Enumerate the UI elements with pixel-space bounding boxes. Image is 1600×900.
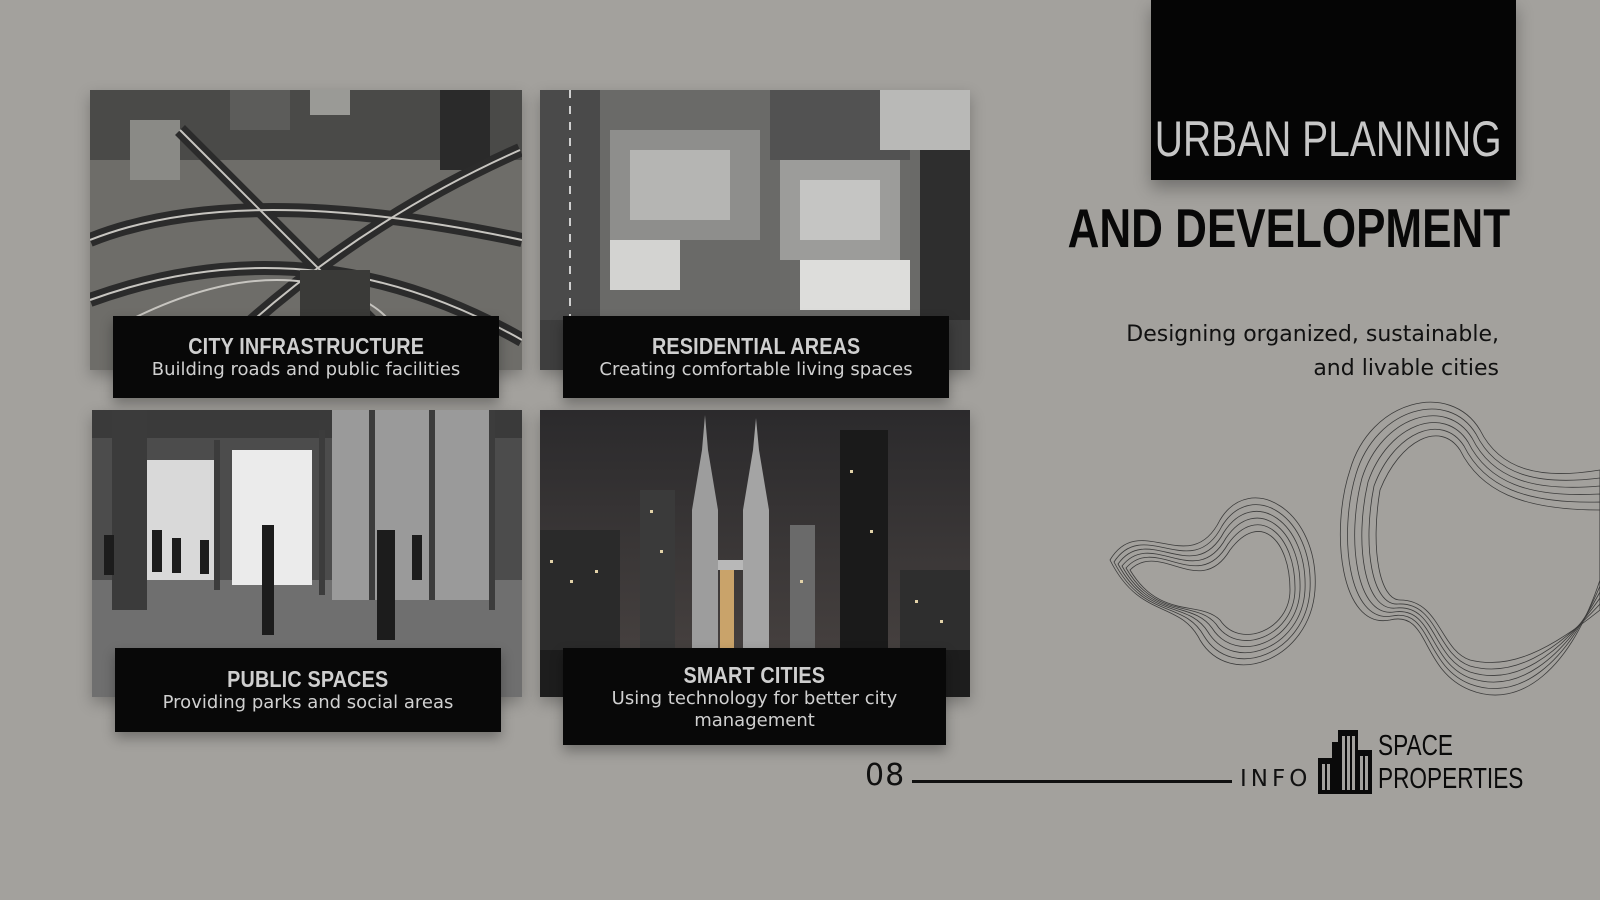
logo-line2: PROPERTIES [1378,763,1524,795]
title-box: URBAN PLANNING [1151,0,1516,180]
card-text: Using technology for better city managem… [611,688,898,731]
buildings-icon [1318,730,1372,794]
card-title: PUBLIC SPACES [227,665,389,692]
logo-line1: SPACE [1378,730,1454,762]
subtitle-line1: Designing organized, sustainable, [1126,322,1499,347]
card-residential-areas: RESIDENTIAL AREAS Creating comfortable l… [563,316,949,398]
card-text: Building roads and public facilities [151,359,461,381]
brand-logo-text: SPACE PROPERTIES [1378,730,1523,796]
footer-divider [912,780,1232,783]
page-title: URBAN PLANNING [1155,111,1502,167]
subtitle-line2: and livable cities [1313,356,1499,381]
card-text: Creating comfortable living spaces [599,359,913,381]
card-title: CITY INFRASTRUCTURE [188,332,424,359]
card-public-spaces: PUBLIC SPACES Providing parks and social… [115,648,501,732]
info-label: INFO [1240,766,1312,792]
card-title: RESIDENTIAL AREAS [651,332,861,359]
card-text: Providing parks and social areas [162,692,454,714]
card-title: SMART CITIES [683,661,826,688]
card-city-infrastructure: CITY INFRASTRUCTURE Building roads and p… [113,316,499,398]
page-number: 08 [865,758,906,793]
card-smart-cities: SMART CITIES Using technology for better… [563,648,946,745]
page-subtitle: Designing organized, sustainable, and li… [1059,318,1499,386]
page-title-line2: AND DEVELOPMENT [1067,197,1510,259]
wave-lines-decoration-icon [1109,401,1600,696]
